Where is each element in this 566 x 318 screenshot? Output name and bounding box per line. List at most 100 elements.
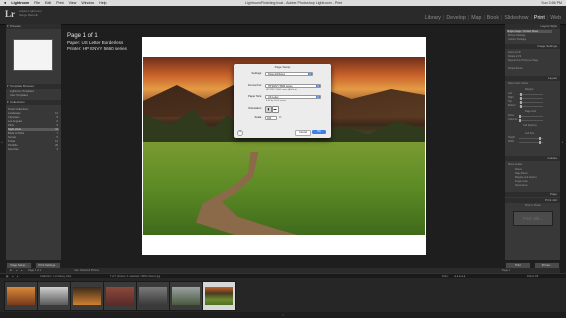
- cell-height-slider[interactable]: [519, 136, 543, 140]
- collections-header[interactable]: ▾ Collections: [6, 100, 61, 105]
- guides-header[interactable]: Guides: [505, 156, 560, 161]
- thumbnail-image: [139, 287, 167, 305]
- page-header[interactable]: Page: [505, 192, 560, 197]
- collection-label: Black & White: [8, 132, 25, 135]
- left-panel-grip-icon[interactable]: ◂: [1, 140, 4, 146]
- grid-rows-slider[interactable]: [519, 114, 543, 118]
- format-for-value: HP ENVY 5660 series: [268, 84, 293, 88]
- dimensions-checkbox[interactable]: Dimensions: [515, 184, 528, 187]
- margins-gutters-checkbox[interactable]: Margins and Gutters: [515, 176, 537, 179]
- module-library[interactable]: Library: [424, 15, 442, 21]
- collection-item[interactable]: Paris 9: [8, 124, 59, 127]
- thumbnail-image: [106, 287, 134, 305]
- filmstrip-thumbnail[interactable]: [136, 281, 170, 311]
- slider-thumb[interactable]: [519, 118, 521, 122]
- identity-name: Adobe Lightroom Serge Ramelli: [19, 9, 42, 17]
- collection-item[interactable]: Travel 14: [8, 140, 59, 143]
- filmstrip-thumbnail[interactable]: [70, 281, 104, 311]
- module-slideshow[interactable]: Slideshow: [503, 15, 529, 21]
- cell-width-slider[interactable]: [519, 140, 543, 144]
- scale-label: Scale:: [254, 116, 262, 119]
- template-browser-header[interactable]: ▾ Template Browser: [6, 84, 61, 89]
- print-info-overlay: Page 1 of 1 Paper: US Letter Borderless …: [67, 33, 127, 51]
- slider-thumb[interactable]: [519, 114, 521, 118]
- repeat-photo-checkbox[interactable]: Repeat One Photo per Page: [508, 59, 538, 62]
- template-folder-user[interactable]: User Templates: [10, 94, 28, 97]
- collection-item[interactable]: Smart Collections: [8, 108, 59, 111]
- collection-item[interactable]: Sunset 5: [8, 136, 59, 139]
- grid-columns-slider[interactable]: [519, 118, 543, 122]
- filmstrip-thumbnail[interactable]: [169, 281, 203, 311]
- print-job-header[interactable]: Print Job: [505, 198, 560, 203]
- slider-thumb[interactable]: [539, 140, 541, 144]
- collection-item[interactable]: Favorites 4: [8, 148, 59, 151]
- landscape-orientation-icon[interactable]: ▬: [271, 105, 279, 113]
- format-for-select[interactable]: HP ENVY 5660 series ⇕: [265, 83, 321, 88]
- cell-spacing-label: Cell Spacing: [523, 124, 537, 127]
- cell-width-label: Width: [508, 140, 515, 143]
- rulers-checkbox[interactable]: Rulers: [515, 168, 522, 171]
- template-folder-lightroom[interactable]: Lightroom Templates: [10, 90, 34, 93]
- print-job-area[interactable]: Print Job...: [513, 211, 553, 226]
- preview-header[interactable]: ▾ Preview: [6, 24, 61, 29]
- collection-item[interactable]: Landscape 12: [8, 112, 59, 115]
- module-book[interactable]: Book: [486, 15, 500, 21]
- ok-button[interactable]: OK: [312, 130, 326, 134]
- stroke-border-checkbox[interactable]: Stroke Border: [508, 67, 523, 70]
- cell-height-label: Height: [508, 136, 515, 139]
- collection-item[interactable]: Portfolio 20: [8, 144, 59, 147]
- collection-item-selected[interactable]: Night shots 11: [8, 128, 59, 132]
- filmstrip-collapse-icon[interactable]: ▾: [278, 313, 288, 317]
- photo-field: [143, 142, 425, 235]
- slider-thumb[interactable]: [520, 92, 522, 96]
- image-settings-header[interactable]: Image Settings: [505, 44, 560, 49]
- module-web[interactable]: Web: [549, 15, 562, 21]
- margin-bottom-slider[interactable]: [519, 104, 543, 108]
- layout-style-header[interactable]: Layout Style: [505, 24, 560, 29]
- chevron-updown-icon: ⇕: [316, 84, 320, 88]
- layout-style-picture-package[interactable]: Picture Package: [508, 34, 525, 37]
- filmstrip-thumbnail[interactable]: [103, 281, 137, 311]
- slider-thumb[interactable]: [539, 136, 541, 140]
- module-map[interactable]: Map: [470, 15, 482, 21]
- layout-style-single[interactable]: Single Image / Contact Sheet: [507, 30, 552, 33]
- scale-input[interactable]: 100: [265, 115, 277, 120]
- cancel-button[interactable]: Cancel: [295, 130, 311, 136]
- settings-select[interactable]: Page Attributes ⇕: [265, 71, 313, 76]
- slider-thumb[interactable]: [520, 100, 522, 104]
- show-guides-checkbox[interactable]: Show Guides: [508, 163, 522, 166]
- image-cells-checkbox[interactable]: Image Cells: [515, 180, 528, 183]
- collection-item[interactable]: Black & White 7: [8, 132, 59, 135]
- help-button[interactable]: ?: [237, 130, 243, 136]
- collection-item[interactable]: Los Angeles 6: [8, 120, 59, 123]
- collection-label: Sunset: [8, 136, 17, 139]
- margins-label: Margins: [525, 88, 534, 91]
- right-panel-grip-icon[interactable]: ▸: [562, 140, 565, 146]
- rotate-to-fit-checkbox[interactable]: Rotate to Fit: [508, 55, 521, 58]
- filmstrip-thumbnail[interactable]: [37, 281, 71, 311]
- zoom-to-fill-checkbox[interactable]: Zoom to Fill: [508, 51, 521, 54]
- module-print[interactable]: Print: [533, 15, 546, 21]
- margin-top-slider[interactable]: [519, 100, 543, 104]
- slider-thumb[interactable]: [520, 104, 522, 108]
- ruler-units[interactable]: Ruler Units: Inches: [508, 82, 528, 85]
- slider-thumb[interactable]: [520, 96, 522, 100]
- layout-header[interactable]: Layout: [505, 76, 560, 81]
- print-to-select[interactable]: Print to: Printer: [525, 204, 541, 207]
- orientation-label: Orientation:: [248, 107, 262, 110]
- grid-columns-label: Columns: [508, 118, 518, 121]
- paper-size-select[interactable]: US Letter ⇕: [265, 94, 321, 99]
- margin-left-slider[interactable]: [519, 92, 543, 96]
- margin-right-label: Right: [508, 96, 514, 99]
- layout-style-custom-package[interactable]: Custom Package: [508, 38, 526, 41]
- page-bleed-checkbox[interactable]: Page Bleed: [515, 172, 527, 175]
- portrait-orientation-icon[interactable]: ▮: [265, 105, 272, 113]
- margin-right-slider[interactable]: [519, 96, 543, 100]
- filmstrip-thumbnail-selected[interactable]: [202, 281, 236, 311]
- module-develop[interactable]: Develop: [445, 15, 466, 21]
- filmstrip-thumbnail[interactable]: [4, 281, 38, 311]
- format-for-label: Format For:: [247, 84, 262, 87]
- collection-item[interactable]: Cityscape 8: [8, 116, 59, 119]
- collapse-triangle-icon: ▾: [7, 100, 9, 104]
- collection-label: Smart Collections: [8, 108, 29, 111]
